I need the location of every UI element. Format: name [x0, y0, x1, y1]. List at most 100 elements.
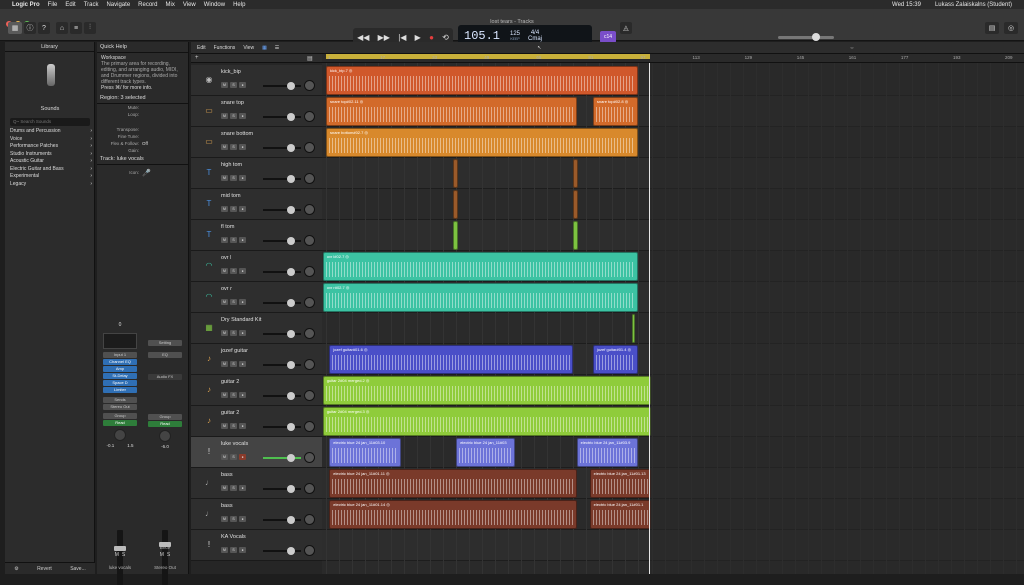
track-header[interactable]: ◉ kick_bip M S ● [191, 65, 322, 96]
add-track-icon[interactable]: + [195, 55, 199, 61]
track-header[interactable]: ♪ jozef guitar M S ● [191, 344, 322, 375]
volume-slider[interactable] [263, 457, 301, 459]
library-toggle-icon[interactable]: ▦ [8, 22, 22, 34]
solo-button[interactable]: S [230, 82, 237, 88]
mute-button[interactable]: M [221, 144, 228, 150]
solo-button[interactable]: S [230, 423, 237, 429]
audio-region[interactable] [631, 314, 636, 343]
smart-controls-icon[interactable]: ≡ [70, 22, 82, 34]
audio-region[interactable]: snare top#02.11 ◎ [326, 97, 577, 126]
solo-button[interactable]: S [230, 268, 237, 274]
volume-slider-knob[interactable] [287, 206, 295, 214]
menu-window[interactable]: Window [204, 2, 225, 8]
track-header[interactable]: ▦ Dry Standard Kit M S ● [191, 313, 322, 344]
mute-button[interactable]: M [221, 237, 228, 243]
view-menu[interactable]: View [243, 45, 254, 51]
plugin-slot[interactable]: Space D [103, 380, 137, 386]
track-name[interactable]: kick_bip [221, 69, 241, 75]
pan-knob[interactable] [304, 204, 315, 215]
solo-button[interactable]: S [230, 361, 237, 367]
pan-knob[interactable] [304, 111, 315, 122]
volume-slider[interactable] [263, 488, 301, 490]
menu-mix[interactable]: Mix [166, 2, 175, 8]
pan-knob[interactable] [304, 328, 315, 339]
track-name[interactable]: bass [221, 503, 233, 509]
volume-slider[interactable] [263, 426, 301, 428]
volume-slider[interactable] [263, 209, 301, 211]
library-search-input[interactable]: Q~ Search Sounds [10, 118, 90, 126]
track-header[interactable]: ♪ guitar 2 M S ● [191, 375, 322, 406]
track-header[interactable]: ♩ bass M S ● [191, 468, 322, 499]
volume-slider-knob[interactable] [287, 454, 295, 462]
edit-menu[interactable]: Edit [197, 45, 206, 51]
loops-icon[interactable]: ◎ [1004, 22, 1018, 34]
library-category[interactable]: Legacy › [10, 181, 92, 189]
track-name[interactable]: Dry Standard Kit [221, 317, 261, 323]
track-name[interactable]: bass [221, 472, 233, 478]
mute-button[interactable]: M [221, 392, 228, 398]
rewind-icon[interactable]: ◀◀ [357, 33, 369, 42]
mute-button[interactable]: M [221, 206, 228, 212]
region-param[interactable]: Fine Tune: [97, 133, 188, 140]
master-volume-slider[interactable] [778, 36, 834, 39]
audio-region[interactable]: kick_bip.7 ◎ [326, 66, 639, 95]
mute-button[interactable]: M [221, 82, 228, 88]
pan-knob[interactable] [304, 390, 315, 401]
plugin-slot[interactable]: St-Delay [103, 373, 137, 379]
volume-fader-cap[interactable] [114, 546, 126, 551]
pan-knob[interactable] [304, 235, 315, 246]
volume-slider[interactable] [263, 302, 301, 304]
track-header[interactable]: ▭ snare top M S ● [191, 96, 322, 127]
solo-button[interactable]: S [230, 175, 237, 181]
quick-help-header[interactable]: Quick Help [97, 42, 188, 53]
automation-mode[interactable]: Read [103, 420, 137, 426]
record-enable-button[interactable]: ● [239, 423, 246, 429]
track-name[interactable]: high tom [221, 162, 242, 168]
volume-slider[interactable] [263, 519, 301, 521]
solo-button[interactable]: S [230, 144, 237, 150]
track-name[interactable]: mid tom [221, 193, 241, 199]
inspector-icon[interactable]: ⓘ [24, 22, 36, 34]
record-enable-button[interactable]: ● [239, 361, 246, 367]
region-param[interactable]: Gain: [97, 147, 188, 154]
notes-icon[interactable]: ▤ [985, 22, 999, 34]
grid-view-icon[interactable]: ▦ [262, 45, 267, 51]
record-enable-button[interactable]: ● [239, 82, 246, 88]
solo-button[interactable]: S [230, 547, 237, 553]
bar-ruler[interactable]: 1 17 33 49 65 81 97 113 129 145 161 177 193 209 [322, 54, 1024, 63]
menu-track[interactable]: Track [84, 2, 99, 8]
track-name[interactable]: snare top [221, 100, 244, 106]
menu-edit[interactable]: Edit [65, 2, 75, 8]
volume-slider[interactable] [263, 395, 301, 397]
record-enable-button[interactable]: ● [239, 454, 246, 460]
region-header[interactable]: Region: 3 selected [97, 93, 188, 104]
global-tracks-icon[interactable]: ▤ [307, 55, 313, 62]
audio-region[interactable] [573, 221, 579, 250]
track-name[interactable]: guitar 2 [221, 379, 239, 385]
track-mic-icon[interactable]: 🎤 [142, 169, 151, 177]
volume-slider-knob[interactable] [287, 237, 295, 245]
mixer-icon[interactable]: ⫶ [84, 22, 96, 34]
pointer-tool-icon[interactable]: ↖ [537, 45, 541, 51]
volume-slider-knob[interactable] [287, 516, 295, 524]
audio-region[interactable] [452, 221, 458, 250]
audio-region[interactable]: electric blue 24 jan_11#01.13 [589, 469, 652, 498]
region-param[interactable]: Loop: [97, 111, 188, 118]
track-header[interactable]: Thigh tom M S ● [191, 158, 322, 189]
track-header[interactable]: Tfl tom M S ● [191, 220, 322, 251]
mute-button[interactable]: M [221, 516, 228, 522]
pan-knob[interactable] [304, 80, 315, 91]
record-enable-button[interactable]: ● [239, 175, 246, 181]
volume-slider-knob[interactable] [287, 175, 295, 183]
track-header[interactable]: ! luke vocals M S ● [191, 437, 322, 468]
record-enable-button[interactable]: ● [239, 516, 246, 522]
mute-button[interactable]: M [221, 423, 228, 429]
volume-slider[interactable] [263, 271, 301, 273]
solo-button[interactable]: S [122, 552, 125, 558]
revert-button[interactable]: Revert [37, 566, 52, 572]
pan-knob[interactable] [159, 430, 171, 442]
track-header[interactable]: ◠ ovr l M S ● [191, 251, 322, 282]
audio-region[interactable]: ovr r#02.7 ◎ [322, 283, 639, 312]
automation-mode[interactable]: Read [148, 421, 182, 427]
group-slot[interactable]: Group [148, 414, 182, 420]
